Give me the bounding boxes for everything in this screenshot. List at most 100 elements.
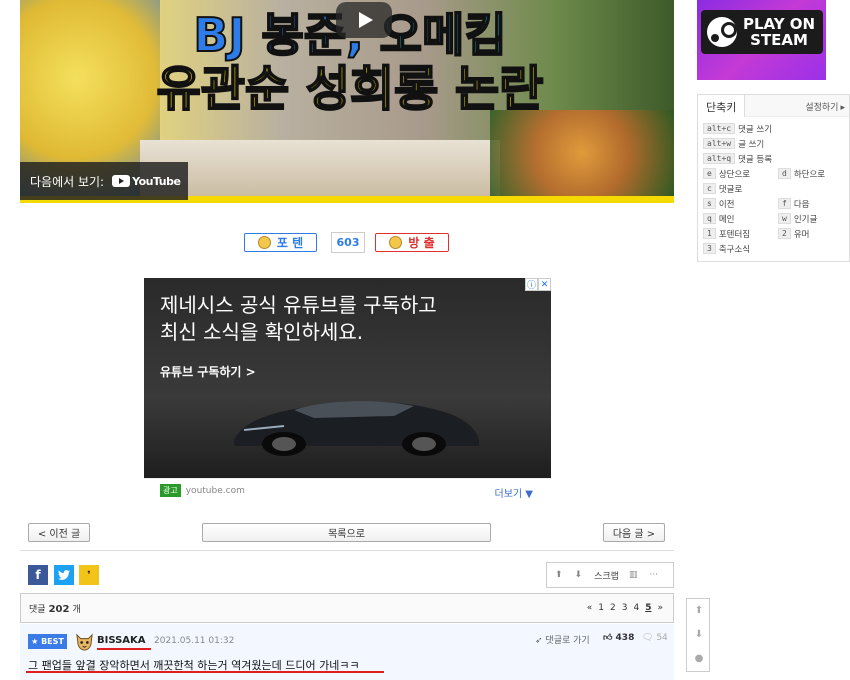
steam-logo-icon bbox=[707, 17, 737, 47]
shortcut-item: d 하단으로 bbox=[778, 167, 825, 180]
shortcut-key: alt+q bbox=[703, 153, 736, 164]
shortcut-item: alt+w 글 쓰기 bbox=[703, 137, 764, 150]
shortcut-item: w 인기글 bbox=[778, 212, 817, 225]
floating-nav: ⬆ ⬇ ● bbox=[686, 598, 710, 672]
shortcut-item: 3 축구소식 bbox=[703, 242, 750, 255]
ad-close-controls[interactable]: ⓘ ✕ bbox=[525, 278, 551, 291]
comment-date: 2021.05.11 01:32 bbox=[154, 636, 235, 646]
smile-face-icon bbox=[257, 236, 271, 249]
play-icon[interactable] bbox=[336, 2, 392, 38]
avatar bbox=[76, 633, 93, 651]
best-badge: ★ BEST bbox=[28, 634, 67, 649]
shortcut-key: q bbox=[703, 213, 716, 224]
shortcut-label: 축구소식 bbox=[718, 244, 751, 255]
genesis-ad[interactable]: 제네시스 공식 유튜브를 구독하고 최신 소식을 확인하세요. 유튜브 구독하기… bbox=[144, 278, 551, 502]
close-icon[interactable]: ✕ bbox=[538, 278, 551, 291]
shortcut-item: alt+c 댓글 쓰기 bbox=[703, 122, 772, 135]
shortcut-item: e 상단으로 bbox=[703, 167, 750, 180]
shortcut-label: 다음 bbox=[793, 199, 810, 210]
comment-username[interactable]: BISSAKA bbox=[97, 635, 146, 646]
page-link[interactable]: 3 bbox=[622, 603, 628, 613]
car-image bbox=[234, 401, 479, 456]
page-link[interactable]: 1 bbox=[598, 603, 604, 613]
scrap-button[interactable]: 스크랩 bbox=[594, 569, 619, 582]
facebook-share-icon[interactable]: f bbox=[28, 565, 48, 585]
frown-face-icon bbox=[389, 236, 403, 249]
shortcut-item: f 다음 bbox=[778, 197, 809, 210]
send-icon: ➶ bbox=[535, 636, 543, 646]
upvote-button[interactable]: 포 텐 bbox=[244, 233, 317, 252]
comment-bubble-icon: 🗨︎ bbox=[642, 633, 654, 643]
shortcut-key: f bbox=[778, 198, 791, 209]
kakaostory-share-icon[interactable]: ❜ bbox=[79, 565, 99, 585]
twitter-share-icon[interactable] bbox=[54, 565, 74, 585]
comment-pagination: « 1 2 3 4 5 » bbox=[581, 603, 663, 613]
shortcut-key: d bbox=[778, 168, 791, 179]
youtube-logo-icon: YouTube bbox=[112, 175, 181, 188]
shortcut-item: c 댓글로 bbox=[703, 182, 742, 195]
shortcut-label: 포텐터짐 bbox=[718, 229, 751, 240]
shortcuts-tab[interactable]: 단축키 bbox=[698, 95, 746, 117]
page-link[interactable]: 5 bbox=[645, 603, 651, 613]
ad-label: 광고 bbox=[160, 484, 181, 497]
scroll-top-icon[interactable]: ⬆ bbox=[687, 605, 711, 616]
comment-replies[interactable]: 🗨︎ 54 bbox=[642, 633, 668, 643]
shortcut-label: 메인 bbox=[718, 214, 735, 225]
red-annotation-underline bbox=[26, 671, 384, 673]
shortcut-key: alt+c bbox=[703, 123, 736, 134]
shortcut-key: w bbox=[778, 213, 791, 224]
shortcut-label: 하단으로 bbox=[793, 169, 826, 180]
shortcut-item: 2 유머 bbox=[778, 227, 809, 240]
page-link[interactable]: » bbox=[657, 603, 663, 613]
red-annotation-underline bbox=[97, 648, 151, 650]
page-link[interactable]: « bbox=[587, 603, 593, 613]
watch-on-youtube-button[interactable]: 다음에서 보기: YouTube bbox=[20, 162, 188, 200]
post-tools: ⬆ ⬇ 스크랩 ▥ ··· bbox=[546, 562, 674, 588]
scroll-bottom-icon[interactable]: ⬇ bbox=[687, 629, 711, 640]
vote-count: 603 bbox=[331, 232, 365, 253]
ad-subscribe-link[interactable]: 유튜브 구독하기 > bbox=[160, 363, 256, 380]
shortcut-label: 유머 bbox=[793, 229, 810, 240]
arrow-up-icon[interactable]: ⬆ bbox=[555, 570, 563, 580]
more-icon[interactable]: ··· bbox=[649, 570, 658, 580]
page-link[interactable]: 2 bbox=[610, 603, 616, 613]
page-link[interactable]: 4 bbox=[633, 603, 639, 613]
ad-domain: youtube.com bbox=[185, 485, 245, 496]
chart-icon[interactable]: ▥ bbox=[629, 570, 638, 580]
shortcut-key: c bbox=[703, 183, 716, 194]
divider bbox=[20, 550, 674, 551]
comment-header: 댓글 202 개 «1 2 3 4 5» bbox=[20, 593, 674, 623]
shortcut-label: 댓글로 bbox=[718, 184, 743, 195]
youtube-video-embed[interactable]: BJ 봉준, 오메킴 유관순 성희롱 논란 다음에서 보기: YouTube bbox=[20, 0, 674, 203]
downvote-button[interactable]: 방 출 bbox=[375, 233, 449, 252]
thumbs-up-icon: 👍︎ bbox=[603, 633, 613, 643]
steam-ad-banner[interactable]: PLAY ON STEAM bbox=[697, 0, 826, 80]
shortcut-key: 2 bbox=[778, 228, 791, 239]
comment-count: 202 bbox=[48, 603, 70, 615]
arrow-down-icon[interactable]: ⬇ bbox=[575, 570, 583, 580]
shortcut-key: s bbox=[703, 198, 716, 209]
shortcut-item: 1 포텐터짐 bbox=[703, 227, 750, 240]
shortcut-key: alt+w bbox=[703, 138, 736, 149]
ad-headline: 제네시스 공식 유튜브를 구독하고 최신 소식을 확인하세요. bbox=[160, 293, 437, 344]
back-to-list-button[interactable]: 목록으로 bbox=[202, 523, 491, 542]
go-to-comment-link[interactable]: ➶ 댓글로 가기 bbox=[535, 633, 590, 646]
ad-more-link[interactable]: 더보기 ▼ bbox=[495, 485, 533, 500]
shortcuts-panel: 단축키 설정하기 alt+c댓글 쓰기 alt+w글 쓰기 alt+q댓글 등록 e상… bbox=[697, 94, 850, 262]
comment-icon[interactable]: ● bbox=[687, 653, 711, 664]
shortcut-label: 인기글 bbox=[793, 214, 818, 225]
ad-info-icon[interactable]: ⓘ bbox=[525, 278, 538, 291]
shortcut-key: 1 bbox=[703, 228, 716, 239]
comment-likes[interactable]: 👍︎ 438 bbox=[603, 633, 634, 643]
shortcut-key: e bbox=[703, 168, 716, 179]
next-post-button[interactable]: 다음 글 > bbox=[603, 523, 665, 542]
shortcut-key: 3 bbox=[703, 243, 716, 254]
prev-post-button[interactable]: < 이전 글 bbox=[28, 523, 90, 542]
shortcut-label: 글 쓰기 bbox=[738, 139, 765, 150]
shortcut-item: q 메인 bbox=[703, 212, 734, 225]
shortcut-item: alt+q 댓글 등록 bbox=[703, 152, 772, 165]
shortcut-label: 상단으로 bbox=[718, 169, 751, 180]
shortcuts-settings-link[interactable]: 설정하기 bbox=[805, 100, 845, 113]
shortcut-item: s 이전 bbox=[703, 197, 734, 210]
best-comment: ★ BEST BISSAKA 2021.05.11 01:32 ➶ 댓글로 가기… bbox=[20, 624, 674, 680]
